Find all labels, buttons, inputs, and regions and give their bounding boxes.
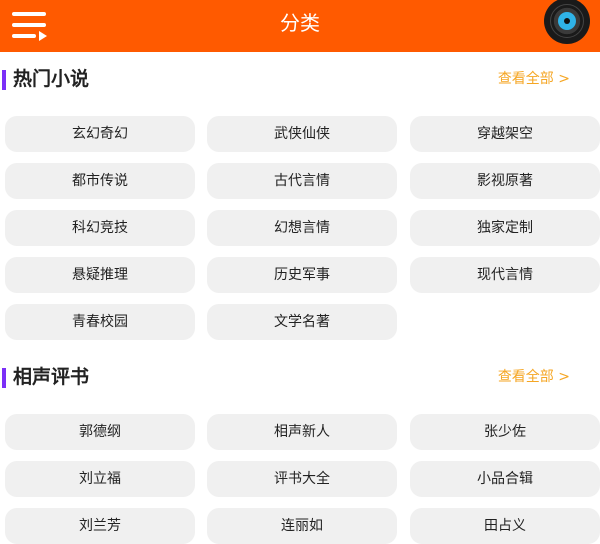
category-item[interactable]: 小品合辑 <box>410 461 600 497</box>
category-item[interactable]: 相声新人 <box>207 414 397 450</box>
category-item[interactable]: 穿越架空 <box>410 116 600 152</box>
section-header-crosstalk: 相声评书 查看全部 > <box>0 362 600 392</box>
category-item[interactable]: 历史军事 <box>207 257 397 293</box>
category-item[interactable]: 青春校园 <box>5 304 195 340</box>
category-item[interactable]: 古代言情 <box>207 163 397 199</box>
view-all-link[interactable]: 查看全部 > <box>498 362 570 392</box>
category-item[interactable]: 幻想言情 <box>207 210 397 246</box>
category-item[interactable]: 现代言情 <box>410 257 600 293</box>
section-accent-bar <box>2 70 6 90</box>
category-item[interactable]: 科幻竞技 <box>5 210 195 246</box>
vinyl-record-icon[interactable] <box>544 0 590 44</box>
category-item[interactable]: 连丽如 <box>207 508 397 544</box>
category-item[interactable]: 刘立福 <box>5 461 195 497</box>
category-item[interactable]: 田占义 <box>410 508 600 544</box>
category-item[interactable]: 独家定制 <box>410 210 600 246</box>
category-item[interactable]: 悬疑推理 <box>5 257 195 293</box>
page-title: 分类 <box>280 11 320 35</box>
category-item[interactable]: 评书大全 <box>207 461 397 497</box>
category-item[interactable]: 武侠仙侠 <box>207 116 397 152</box>
category-item[interactable]: 都市传说 <box>5 163 195 199</box>
section-header-hot-novels: 热门小说 查看全部 > <box>0 64 600 94</box>
section-title: 热门小说 <box>13 68 90 90</box>
category-item[interactable]: 影视原著 <box>410 163 600 199</box>
top-bar: 分类 <box>0 0 600 52</box>
category-item[interactable]: 刘兰芳 <box>5 508 195 544</box>
category-item[interactable]: 郭德纲 <box>5 414 195 450</box>
category-item[interactable]: 张少佐 <box>410 414 600 450</box>
category-item[interactable]: 玄幻奇幻 <box>5 116 195 152</box>
category-item[interactable]: 文学名著 <box>207 304 397 340</box>
section-accent-bar <box>2 368 6 388</box>
section-title: 相声评书 <box>13 366 90 388</box>
view-all-link[interactable]: 查看全部 > <box>498 64 570 94</box>
